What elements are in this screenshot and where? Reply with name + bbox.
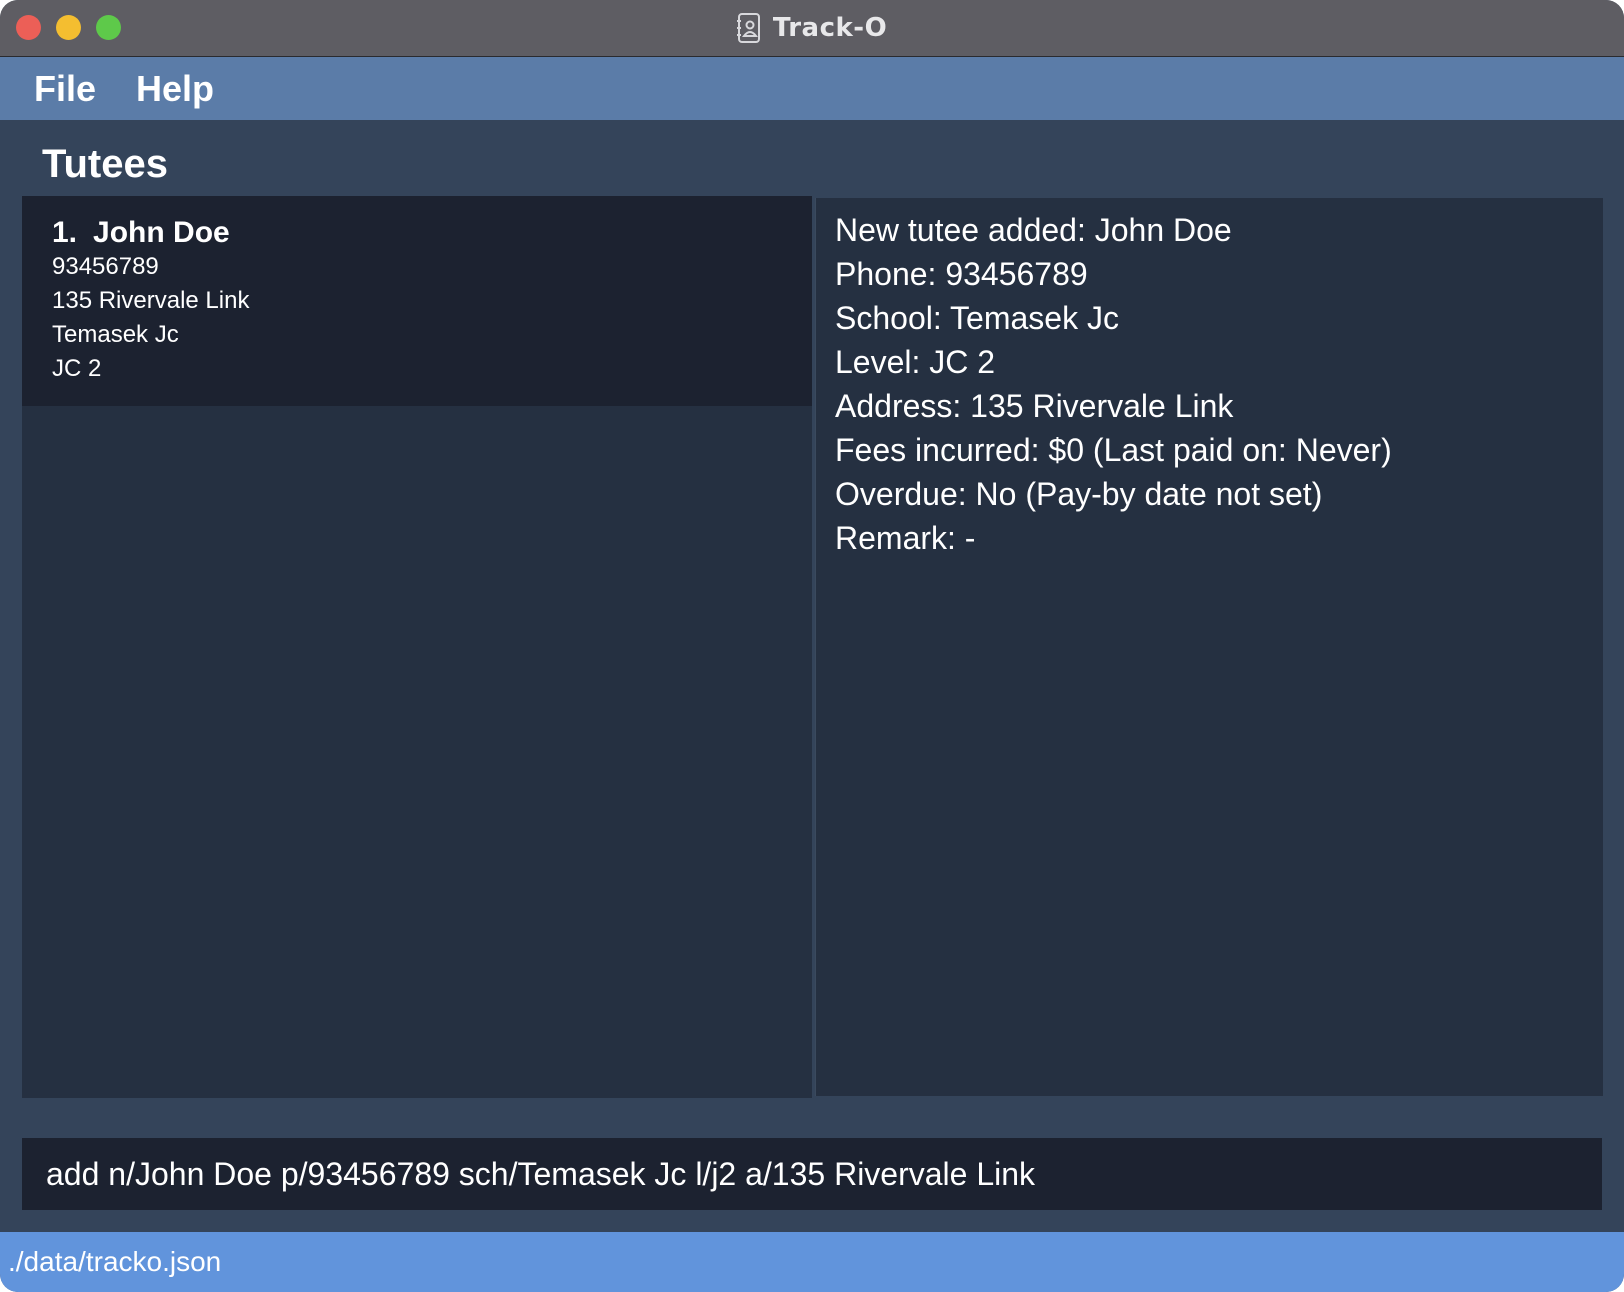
tutees-heading: Tutees: [42, 142, 168, 186]
result-line: Phone: 93456789: [835, 256, 1088, 292]
result-line: Remark: -: [835, 520, 976, 556]
result-line: Address: 135 Rivervale Link: [835, 388, 1234, 424]
tutee-name-row: 1. John Doe: [52, 216, 230, 250]
result-line: School: Temasek Jc: [835, 300, 1119, 336]
tutee-list[interactable]: 1. John Doe 93456789 135 Rivervale Link T…: [22, 196, 812, 1098]
result-line: New tutee added: John Doe: [835, 212, 1232, 248]
menu-help[interactable]: Help: [136, 68, 214, 110]
status-bar: ./data/tracko.json: [0, 1232, 1624, 1292]
save-file-path: ./data/tracko.json: [8, 1246, 222, 1277]
title-bar[interactable]: Track-O: [0, 0, 1624, 57]
tutee-name: John Doe: [93, 216, 230, 249]
command-input[interactable]: [46, 1155, 1602, 1193]
result-line: Overdue: No (Pay-by date not set): [835, 476, 1323, 512]
tutee-school: Temasek Jc: [52, 321, 179, 348]
result-line: Level: JC 2: [835, 344, 996, 380]
result-line: Fees incurred: $0 (Last paid on: Never): [835, 432, 1392, 468]
window-title: Track-O: [772, 13, 888, 43]
tutee-card[interactable]: 1. John Doe 93456789 135 Rivervale Link T…: [22, 196, 812, 406]
menu-file[interactable]: File: [34, 68, 96, 110]
tutee-index: 1.: [52, 216, 78, 249]
result-display[interactable]: New tutee added: John Doe Phone: 9345678…: [815, 198, 1603, 1096]
result-text: New tutee added: John Doe Phone: 9345678…: [835, 208, 1392, 560]
tutee-level: JC 2: [52, 355, 102, 382]
tutee-phone: 93456789: [52, 253, 159, 280]
menu-bar: File Help: [0, 57, 1624, 120]
command-box[interactable]: [22, 1138, 1602, 1210]
address-book-icon: [736, 13, 761, 43]
tutee-address: 135 Rivervale Link: [52, 287, 250, 314]
app-window: Track-O File Help Tutees 1. John Doe 9345…: [0, 0, 1624, 1292]
